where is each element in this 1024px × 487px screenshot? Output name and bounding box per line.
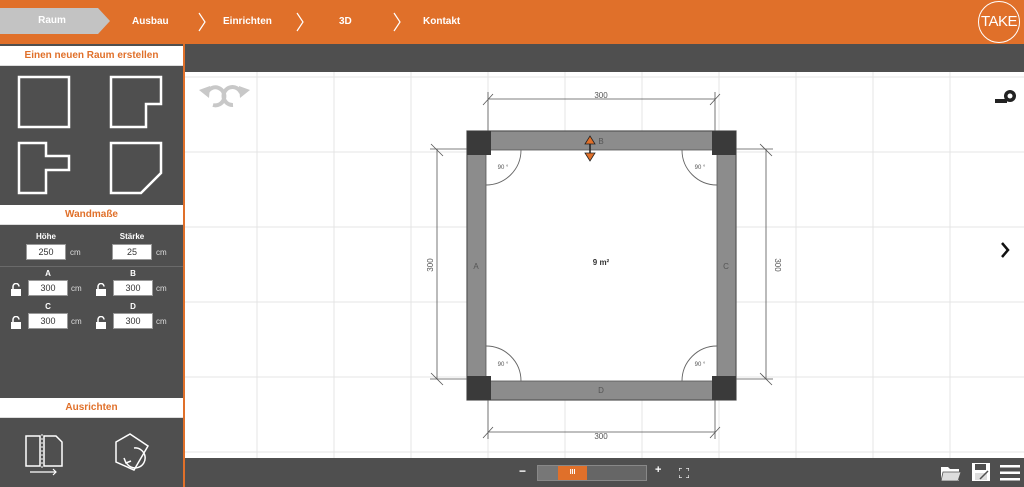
measure-tape-icon[interactable] [995,90,1016,103]
wall-a-marker: A [473,262,479,271]
dimension-top-label: 300 [594,91,608,100]
new-room-heading: Einen neuen Raum erstellen [0,46,183,66]
canvas-top-strip [185,44,1024,72]
nav-step-label: Raum [38,15,66,26]
dimension-left-label: 300 [426,258,435,272]
wall-b-label: B [130,269,136,278]
unit-label: cm [71,284,82,293]
hamburger-menu-icon[interactable] [1000,464,1020,482]
wall-d-input[interactable]: 300 [113,313,153,329]
chevron-right-icon [198,12,206,32]
zoom-slider[interactable]: III [537,465,647,481]
nav-step-einrichten[interactable]: Einrichten [223,0,272,44]
corner-angle-label: 90 ° [498,165,509,171]
nav-step-ausbau[interactable]: Ausbau [132,0,169,44]
chevron-right-icon[interactable] [1001,242,1010,258]
notched-room-shape-icon[interactable] [106,72,166,132]
wall-dimensions-heading: Wandmaße [0,205,183,225]
unlock-icon[interactable] [10,316,22,330]
save-icon[interactable] [971,462,991,482]
wall-a-label: A [45,269,51,278]
wall-b-input[interactable]: 300 [113,280,153,296]
dimension-right-label: 300 [773,258,782,272]
zoom-out-button[interactable]: − [519,464,526,478]
left-sidebar: Einen neuen Raum erstellen Wandmaße Höhe… [0,44,185,487]
corner-angle-label: 90 ° [695,165,706,171]
zoom-in-button[interactable]: + [655,464,661,476]
corner-angle-label: 90 ° [695,362,706,368]
undo-icon[interactable] [199,85,227,108]
wall-b-marker: B [598,137,603,146]
thickness-label: Stärke [119,232,145,241]
wall-d-marker: D [598,386,604,395]
mirror-room-icon[interactable] [22,432,66,476]
redo-icon[interactable] [221,85,250,107]
unlock-icon[interactable] [95,316,107,330]
unlock-icon[interactable] [95,283,107,297]
wall-a-input[interactable]: 300 [28,280,68,296]
divider [0,266,183,267]
zoom-slider-track-fill [538,466,558,480]
top-navigation-bar: Raum Ausbau Einrichten 3D Kontakt TAKE [0,0,1024,44]
chevron-right-icon [296,12,304,32]
bottom-toolbar: − III + [185,458,1024,487]
dimension-bottom-label: 300 [594,432,608,441]
align-heading: Ausrichten [0,398,183,418]
corner-angle-label: 90 ° [498,362,509,368]
wall-c-input[interactable]: 300 [28,313,68,329]
floor-plan-canvas[interactable]: 300 300 300 300 A B C D 9 m² 90 ° 90 ° 9… [185,72,1024,458]
wall-c-marker: C [723,262,729,271]
nav-step-kontakt[interactable]: Kontakt [423,0,460,44]
unit-label: cm [71,317,82,326]
unit-label: cm [156,284,167,293]
nav-step-raum[interactable]: Raum [0,8,110,34]
unit-label: cm [70,248,81,257]
unit-label: cm [156,317,167,326]
unit-label: cm [156,248,167,257]
zoom-slider-handle[interactable]: III [558,466,587,480]
wall-c-label: C [45,302,51,311]
floor-plan-svg: 300 300 300 300 A B C D 9 m² 90 ° 90 ° 9… [185,72,1024,458]
unlock-icon[interactable] [10,283,22,297]
take-logo[interactable]: TAKE [978,1,1020,43]
wall-d-label: D [130,302,136,311]
thickness-input[interactable]: 25 [112,244,152,260]
chevron-right-icon [393,12,401,32]
square-room-shape-icon[interactable] [14,72,74,132]
height-label: Höhe [36,232,56,241]
open-folder-icon[interactable] [940,463,962,483]
room-area-label: 9 m² [593,258,610,267]
fullscreen-icon[interactable] [679,468,689,478]
nav-step-3d[interactable]: 3D [339,0,352,44]
rotate-room-icon[interactable] [112,432,156,476]
height-input[interactable]: 250 [26,244,66,260]
cut-corner-room-shape-icon[interactable] [106,138,166,198]
t-shaped-room-shape-icon[interactable] [14,138,74,198]
